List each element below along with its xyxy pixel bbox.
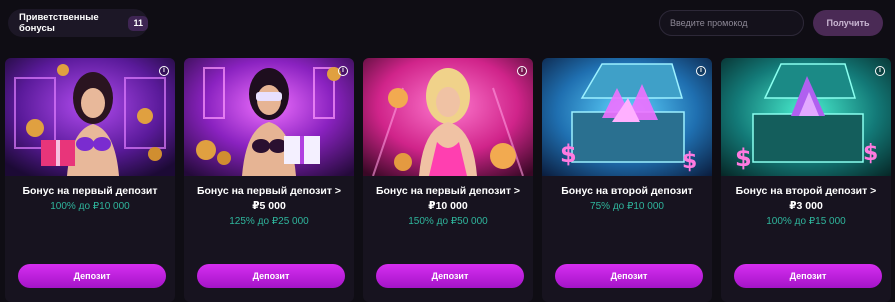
bonus-title: Бонус на второй депозит <box>548 184 706 199</box>
bonus-image: i <box>184 58 354 176</box>
bonus-image: $ $ i <box>542 58 712 176</box>
deposit-button[interactable]: Депозит <box>376 264 524 288</box>
deposit-button[interactable]: Депозит <box>18 264 166 288</box>
bonus-card: i Бонус на первый депозит 100% до ₽10 00… <box>5 58 175 302</box>
info-icon[interactable]: i <box>696 66 706 76</box>
bonus-offer: 100% до ₽15 000 <box>766 216 846 227</box>
welcome-bonuses-label: Приветственные бонусы <box>19 12 99 34</box>
promo-submit-button[interactable]: Получить <box>813 10 883 36</box>
bonus-offer: 100% до ₽10 000 <box>50 201 130 212</box>
bonus-title-line: Бонус на второй депозит <box>561 185 693 197</box>
svg-text:$: $ <box>682 149 697 174</box>
bonus-offer: 75% до ₽10 000 <box>590 201 664 212</box>
bonus-title-amount: ₽10 000 <box>428 200 468 212</box>
info-icon[interactable]: i <box>875 66 885 76</box>
bonus-card: i Бонус на первый депозит > ₽5 000 125% … <box>184 58 354 302</box>
bonus-title-amount: ₽3 000 <box>789 200 823 212</box>
bonus-title: Бонус на второй депозит > ₽3 000 <box>727 184 885 214</box>
bonus-title-line: Бонус на первый депозит > <box>196 185 342 197</box>
bonus-title-line: Бонус на первый депозит <box>22 185 158 197</box>
bonus-title-line: Бонус на второй депозит > <box>735 185 877 197</box>
info-icon[interactable]: i <box>517 66 527 76</box>
promo-code-input[interactable] <box>659 10 804 36</box>
svg-text:$: $ <box>560 140 577 168</box>
bonus-card: i Бонус на первый депозит > ₽10 000 150%… <box>363 58 533 302</box>
bonus-offer: 125% до ₽25 000 <box>229 216 309 227</box>
bonus-card: $ $ i Бонус на второй депозит 75% до ₽10… <box>542 58 712 302</box>
bonus-title: Бонус на первый депозит > ₽10 000 <box>369 184 527 214</box>
welcome-bonuses-tab[interactable]: Приветственные бонусы 11 <box>8 9 148 37</box>
bonus-title-line: Бонус на первый депозит > <box>375 185 521 197</box>
bonus-card: $ $ i Бонус на второй депозит > ₽3 000 1… <box>721 58 891 302</box>
bonus-offer: 150% до ₽50 000 <box>408 216 488 227</box>
bonus-image: $ $ i <box>721 58 891 176</box>
svg-text:$: $ <box>735 144 752 172</box>
info-icon[interactable]: i <box>338 66 348 76</box>
svg-text:$: $ <box>863 141 878 166</box>
deposit-button[interactable]: Депозит <box>734 264 882 288</box>
bonus-image: i <box>5 58 175 176</box>
bonus-cards: i Бонус на первый депозит 100% до ₽10 00… <box>0 58 895 302</box>
bonus-title: Бонус на первый депозит > ₽5 000 <box>190 184 348 214</box>
bonus-title: Бонус на первый депозит <box>11 184 169 199</box>
deposit-button[interactable]: Депозит <box>197 264 345 288</box>
deposit-button[interactable]: Депозит <box>555 264 703 288</box>
info-icon[interactable]: i <box>159 66 169 76</box>
bonus-title-amount: ₽5 000 <box>252 200 286 212</box>
bonus-count-badge: 11 <box>128 15 148 31</box>
bonus-image: i <box>363 58 533 176</box>
top-bar: Приветственные бонусы 11 Получить <box>0 0 895 46</box>
